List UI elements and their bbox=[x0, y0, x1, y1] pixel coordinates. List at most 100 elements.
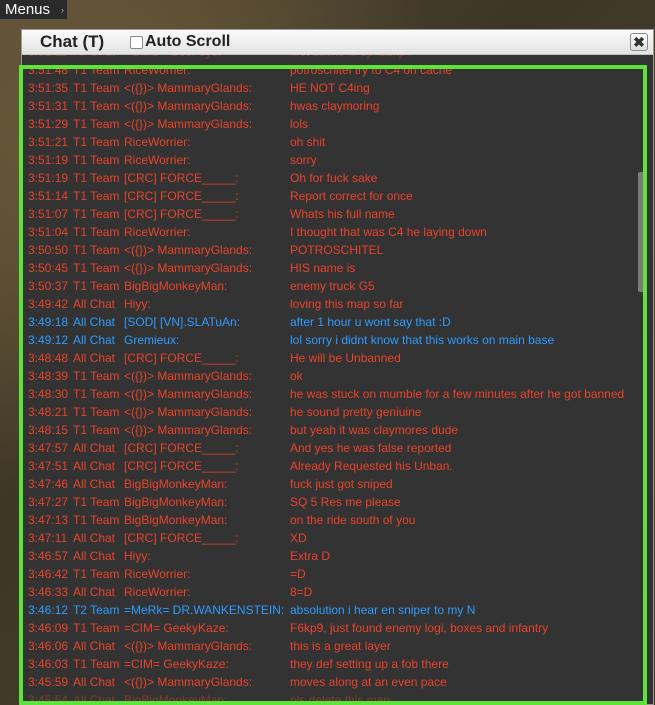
chat-player-name: [CRC] FORCE_____: bbox=[124, 531, 239, 545]
chat-channel: T1 Team bbox=[73, 243, 120, 257]
chat-message-row: 3:51:19 T1 Team RiceWorrier: sorry bbox=[28, 151, 633, 169]
chat-player-name: [CRC] FORCE_____: bbox=[124, 351, 239, 365]
chat-player-name: RiceWorrier: bbox=[124, 135, 191, 149]
chat-player-name: <({})> MammaryGlands: bbox=[124, 405, 253, 419]
menus-button[interactable]: Menus › bbox=[0, 0, 68, 20]
chat-channel: T1 Team bbox=[73, 405, 120, 419]
chat-message-row: 3:45:54 All Chat BigBigMonkeyMan: pls delet… bbox=[28, 691, 633, 704]
chat-timestamp: 3:47:11 bbox=[28, 531, 68, 545]
chat-channel: All Chat bbox=[73, 639, 116, 653]
chat-message-row: 3:45:59 All Chat <({})> MammaryGlands: move… bbox=[28, 673, 633, 691]
chat-player-name: BigBigMonkeyMan: bbox=[124, 477, 228, 491]
chat-channel: All Chat bbox=[73, 477, 116, 491]
chat-player-name: [CRC] FORCE_____: bbox=[124, 189, 239, 203]
chat-message-row: 3:46:03 T1 Team =CIM= GeekyKaze: they def s… bbox=[28, 655, 633, 673]
chat-player-name: [SOD[ [VN].SLATuAn: bbox=[124, 315, 241, 329]
chat-message-row: 3:48:30 T1 Team <({})> MammaryGlands: he wa… bbox=[28, 385, 633, 403]
chat-message-text: Report correct for once bbox=[290, 189, 413, 203]
chat-channel: All Chat bbox=[73, 675, 116, 689]
chat-timestamp: 3:46:57 bbox=[28, 549, 69, 563]
chat-player-name: Gremieux: bbox=[124, 333, 180, 347]
chat-message-text: =D bbox=[290, 567, 306, 581]
chat-message-text: he was stuck on mumble for a few minutes… bbox=[290, 387, 625, 401]
chat-timestamp: 3:46:33 bbox=[28, 585, 69, 599]
chat-message-row: 3:50:50 T1 Team <({})> MammaryGlands: POTRO… bbox=[28, 241, 633, 259]
chat-player-name: [CRC] FORCE_____: bbox=[124, 171, 239, 185]
chat-channel: T1 Team bbox=[73, 657, 120, 671]
chat-channel: T1 Team bbox=[73, 135, 120, 149]
chat-channel: T1 Team bbox=[73, 621, 120, 635]
chat-message-text: sorry bbox=[290, 153, 317, 167]
chat-channel: All Chat bbox=[73, 459, 116, 473]
chat-message-row: 3:51:21 T1 Team RiceWorrier: oh shit bbox=[28, 133, 633, 151]
chat-channel: T1 Team bbox=[73, 153, 120, 167]
chat-player-name: BigBigMonkeyMan: bbox=[124, 495, 228, 509]
chat-message-text: Already Requested his Unban. bbox=[290, 459, 453, 473]
chat-channel: All Chat bbox=[73, 315, 116, 329]
chat-timestamp: 3:48:21 bbox=[28, 405, 69, 419]
chat-message-row: 3:48:48 All Chat [CRC] FORCE_____: He will … bbox=[28, 349, 633, 367]
chat-message-row: 3:46:12 T2 Team =MeRk= DR.WANKENSTEIN: abso… bbox=[28, 601, 633, 619]
chat-message-row: 3:51:48 T1 Team RiceWorrier: potroschitel t… bbox=[28, 61, 633, 79]
chat-message-row: 3:48:15 T1 Team <({})> MammaryGlands: but y… bbox=[28, 421, 633, 439]
chat-channel: T1 Team bbox=[73, 81, 120, 95]
chat-message-row: 3:47:13 T1 Team BigBigMonkeyMan: on the rid… bbox=[28, 511, 633, 529]
chat-timestamp: 3:47:57 bbox=[28, 441, 69, 455]
chat-player-name: BigBigMonkeyMan: bbox=[124, 513, 228, 527]
chat-timestamp: 3:51:31 bbox=[28, 99, 69, 113]
chat-message-row: 3:49:18 All Chat [SOD[ [VN].SLATuAn: after … bbox=[28, 313, 633, 331]
chat-message-row: 3:49:12 All Chat Gremieux: lol sorry i didn… bbox=[28, 331, 633, 349]
autoscroll-toggle[interactable]: Auto Scroll bbox=[130, 33, 230, 51]
chat-timestamp: 3:50:50 bbox=[28, 243, 69, 257]
chat-timestamp: 3:47:46 bbox=[28, 477, 69, 491]
chat-message-row: 3:49:42 All Chat Hiyy: loving this map so f… bbox=[28, 295, 633, 313]
chat-timestamp: 3:50:45 bbox=[28, 261, 69, 275]
autoscroll-checkbox[interactable] bbox=[130, 35, 143, 49]
chat-timestamp: 3:46:42 bbox=[28, 567, 69, 581]
chat-channel: T1 Team bbox=[73, 207, 120, 221]
chat-channel: All Chat bbox=[73, 549, 116, 563]
chat-message-text: Extra D bbox=[290, 549, 331, 563]
chat-log[interactable]: 3:52:11All Chat>OMG< Cool-eye:first cach… bbox=[22, 55, 653, 704]
chat-message-row: 3:48:21 T1 Team <({})> MammaryGlands: he so… bbox=[28, 403, 633, 421]
chat-message-text: lols bbox=[290, 117, 309, 131]
chat-message-row: 3:51:07 T1 Team [CRC] FORCE_____: Whats his… bbox=[28, 205, 633, 223]
chat-player-name: RiceWorrier: bbox=[124, 225, 191, 239]
chat-message-text: SQ 5 Res me please bbox=[290, 495, 401, 509]
chat-message-row: 3:51:14 T1 Team [CRC] FORCE_____: Report co… bbox=[28, 187, 633, 205]
chat-message-list: 3:52:11All Chat>OMG< Cool-eye:first cach… bbox=[28, 55, 633, 704]
chat-message-row: 3:47:11 All Chat [CRC] FORCE_____: XD bbox=[28, 529, 633, 547]
chat-message-text: moves along at an even pace bbox=[290, 675, 447, 689]
chat-channel: T1 Team bbox=[73, 495, 120, 509]
close-button[interactable]: ✖ bbox=[630, 33, 648, 51]
chat-message-row: 3:50:45 T1 Team <({})> MammaryGlands: HIS n… bbox=[28, 259, 633, 277]
autoscroll-label: Auto Scroll bbox=[145, 33, 231, 50]
chat-timestamp: 3:51:19 bbox=[28, 153, 69, 167]
chat-message-row: 3:46:42 T1 Team RiceWorrier: =D bbox=[28, 565, 633, 583]
chat-message-row: 3:47:51 All Chat [CRC] FORCE_____: Already … bbox=[28, 457, 633, 475]
chat-message-text: HE NOT C4ing bbox=[290, 81, 370, 95]
chat-message-text: oh shit bbox=[290, 135, 326, 149]
chat-timestamp: 3:46:06 bbox=[28, 639, 69, 653]
chat-message-text: HIS name is bbox=[290, 261, 356, 275]
chat-message-text: 8=D bbox=[290, 585, 313, 599]
chat-scrollbar-thumb[interactable] bbox=[638, 172, 647, 292]
chat-message-text: He will be Unbanned bbox=[290, 351, 401, 365]
chat-timestamp: 3:49:12 bbox=[28, 333, 69, 347]
chat-message-text: he sound pretty geniuine bbox=[290, 405, 422, 419]
chat-message-text: POTROSCHITEL bbox=[290, 243, 384, 257]
chat-timestamp: 3:51:19 bbox=[28, 171, 69, 185]
chat-message-row: 3:46:06 All Chat <({})> MammaryGlands: this… bbox=[28, 637, 633, 655]
chat-player-name: <({})> MammaryGlands: bbox=[124, 369, 253, 383]
chat-message-text: after 1 hour u wont say that :D bbox=[290, 315, 451, 329]
chat-player-name: BigBigMonkeyMan: bbox=[124, 693, 228, 704]
chat-player-name: <({})> MammaryGlands: bbox=[124, 639, 253, 653]
chat-message-text: on the ride south of you bbox=[290, 513, 416, 527]
chat-message-text: And yes he was false reported bbox=[290, 441, 452, 455]
chat-player-name: [CRC] FORCE_____: bbox=[124, 207, 239, 221]
chat-player-name: <({})> MammaryGlands: bbox=[124, 675, 253, 689]
chat-player-name: =MeRk= DR.WANKENSTEIN: bbox=[124, 603, 285, 617]
chat-timestamp: 3:45:54 bbox=[28, 693, 69, 704]
chat-titlebar[interactable]: Chat (T) Auto Scroll ✖ bbox=[22, 30, 653, 55]
chat-channel: All Chat bbox=[73, 531, 116, 545]
